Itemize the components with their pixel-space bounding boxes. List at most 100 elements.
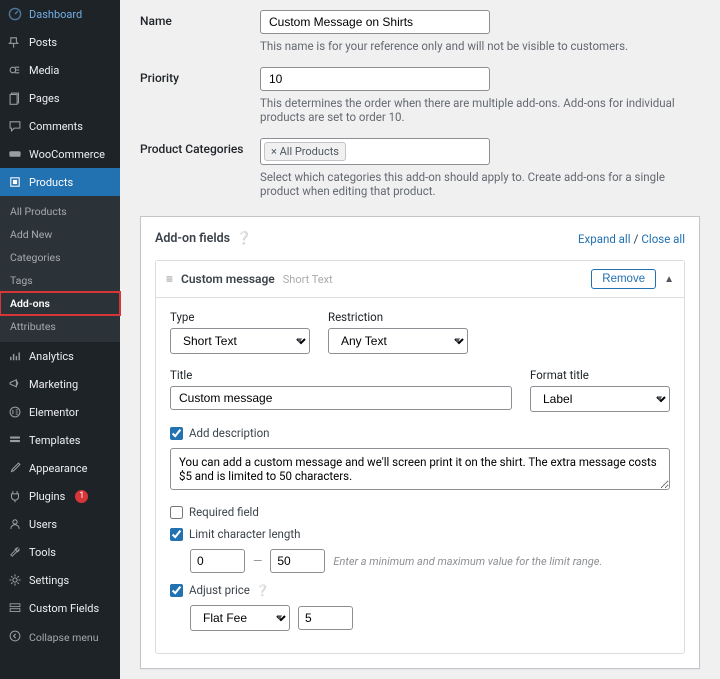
help-icon[interactable]: ❔	[236, 231, 252, 246]
adjust-price-checkbox[interactable]: Adjust price ❔	[170, 583, 670, 597]
close-all-link[interactable]: Close all	[641, 232, 685, 246]
subnav-all-products[interactable]: All Products	[0, 200, 120, 223]
megaphone-icon	[8, 377, 22, 391]
nav-dashboard[interactable]: Dashboard	[0, 0, 120, 28]
subnav-categories[interactable]: Categories	[0, 246, 120, 269]
adjust-price-label: Adjust price	[189, 583, 250, 597]
dashboard-icon	[8, 7, 22, 21]
nav-label: Products	[29, 176, 73, 189]
nav-label: Analytics	[29, 350, 74, 363]
nav-appearance[interactable]: Appearance	[0, 454, 120, 482]
nav-pages[interactable]: Pages	[0, 84, 120, 112]
nav-plugins[interactable]: Plugins 1	[0, 482, 120, 510]
elementor-icon	[8, 405, 22, 419]
brush-icon	[8, 461, 22, 475]
pin-icon	[8, 35, 22, 49]
format-label: Format title	[530, 368, 670, 382]
remove-button[interactable]: Remove	[591, 269, 656, 289]
nav-products-submenu: All Products Add New Categories Tags Add…	[0, 196, 120, 342]
nav-label: Comments	[29, 120, 83, 133]
nav-label: Elementor	[29, 406, 79, 419]
subnav-add-new[interactable]: Add New	[0, 223, 120, 246]
title-label: Title	[170, 368, 512, 382]
users-icon	[8, 517, 22, 531]
field-title: Custom message	[181, 272, 275, 286]
nav-templates[interactable]: Templates	[0, 426, 120, 454]
required-label: Required field	[189, 505, 259, 519]
required-checkbox[interactable]: Required field	[170, 505, 670, 519]
limit-checkbox[interactable]: Limit character length	[170, 527, 670, 541]
product-icon	[8, 175, 22, 189]
field-type-sub: Short Text	[283, 273, 333, 286]
nav-woocommerce[interactable]: WooCommerce	[0, 140, 120, 168]
nav-products[interactable]: Products	[0, 168, 120, 196]
nav-label: Templates	[29, 434, 80, 447]
nav-label: Media	[29, 64, 59, 77]
type-label: Type	[170, 310, 310, 324]
media-icon	[8, 63, 22, 77]
category-tag[interactable]: × All Products	[264, 142, 346, 161]
nav-label: Custom Fields	[29, 602, 99, 615]
type-select[interactable]: Short Text	[170, 328, 310, 354]
chart-icon	[8, 349, 22, 363]
addon-fields-card: Add-on fields ❔ Expand all / Close all ≡…	[140, 216, 700, 669]
limit-max-input[interactable]	[270, 549, 325, 573]
admin-sidebar: Dashboard Posts Media Pages Comments Woo…	[0, 0, 120, 679]
main-content: Name This name is for your reference onl…	[120, 0, 720, 679]
nav-comments[interactable]: Comments	[0, 112, 120, 140]
range-dash: —	[253, 554, 262, 568]
subnav-add-ons[interactable]: Add-ons	[0, 292, 120, 315]
add-description-checkbox[interactable]: Add description	[170, 426, 670, 440]
collapse-menu[interactable]: Collapse menu	[0, 622, 120, 653]
comment-icon	[8, 119, 22, 133]
page-icon	[8, 91, 22, 105]
nav-posts[interactable]: Posts	[0, 28, 120, 56]
update-badge: 1	[75, 490, 88, 503]
nav-label: Users	[29, 518, 57, 531]
nav-tools[interactable]: Tools	[0, 538, 120, 566]
subnav-tags[interactable]: Tags	[0, 269, 120, 292]
nav-media[interactable]: Media	[0, 56, 120, 84]
nav-analytics[interactable]: Analytics	[0, 342, 120, 370]
nav-elementor[interactable]: Elementor	[0, 398, 120, 426]
expand-close-links: Expand all / Close all	[578, 232, 685, 246]
price-type-select[interactable]: Flat Fee	[190, 605, 290, 631]
limit-hint: Enter a minimum and maximum value for th…	[333, 555, 602, 568]
collapse-toggle-icon[interactable]: ▲	[664, 274, 674, 285]
expand-all-link[interactable]: Expand all	[578, 232, 631, 246]
plug-icon	[8, 489, 22, 503]
cf-icon	[8, 601, 22, 615]
collapse-label: Collapse menu	[29, 631, 99, 644]
description-textarea[interactable]: You can add a custom message and we'll s…	[170, 448, 670, 490]
format-select[interactable]: Label	[530, 386, 670, 412]
name-input[interactable]	[260, 10, 490, 34]
priority-label: Priority	[140, 67, 260, 124]
nav-label: Tools	[29, 546, 56, 559]
subnav-attributes[interactable]: Attributes	[0, 315, 120, 338]
name-label: Name	[140, 10, 260, 53]
templates-icon	[8, 433, 22, 447]
nav-label: Pages	[29, 92, 60, 105]
restriction-label: Restriction	[328, 310, 468, 324]
price-value-input[interactable]	[298, 606, 353, 630]
nav-settings[interactable]: Settings	[0, 566, 120, 594]
nav-label: Posts	[29, 36, 57, 49]
nav-label: Plugins	[29, 490, 65, 503]
collapse-icon	[8, 629, 22, 646]
limit-min-input[interactable]	[190, 549, 245, 573]
categories-select[interactable]: × All Products	[260, 138, 490, 165]
nav-custom-fields[interactable]: Custom Fields	[0, 594, 120, 622]
help-icon[interactable]: ❔	[256, 584, 270, 597]
categories-label: Product Categories	[140, 138, 260, 198]
nav-marketing[interactable]: Marketing	[0, 370, 120, 398]
restriction-select[interactable]: Any Text	[328, 328, 468, 354]
card-title: Add-on fields ❔	[155, 231, 252, 246]
priority-input[interactable]	[260, 67, 490, 91]
nav-label: Dashboard	[29, 8, 82, 21]
limit-label: Limit character length	[189, 527, 300, 541]
title-input[interactable]	[170, 386, 512, 410]
wrench-icon	[8, 545, 22, 559]
nav-label: WooCommerce	[29, 148, 105, 161]
drag-handle-icon[interactable]: ≡	[166, 272, 173, 286]
nav-users[interactable]: Users	[0, 510, 120, 538]
